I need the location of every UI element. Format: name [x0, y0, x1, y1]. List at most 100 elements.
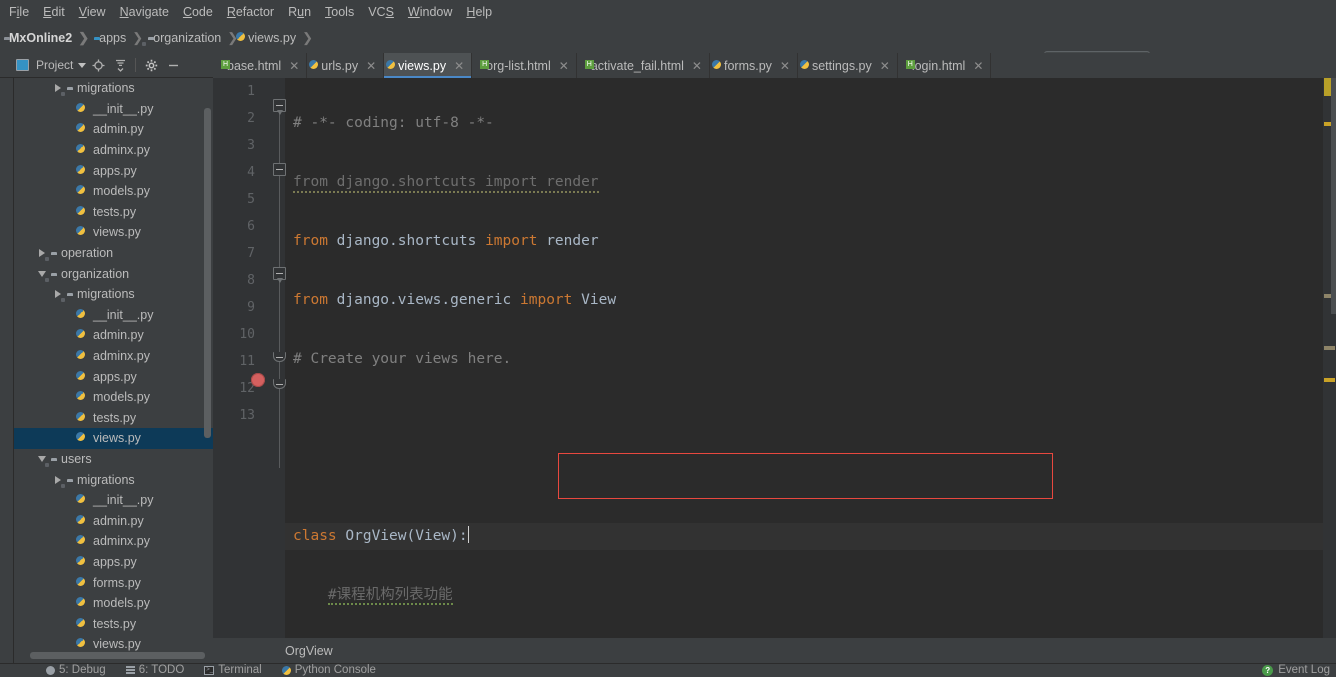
- tree-item--init-py[interactable]: __init__.py: [14, 99, 213, 120]
- menu-item-run[interactable]: Run: [281, 3, 318, 21]
- tree-vertical-scrollbar[interactable]: [204, 108, 211, 438]
- close-icon[interactable]: ✕: [973, 59, 983, 73]
- close-icon[interactable]: ✕: [559, 59, 569, 73]
- project-panel-title[interactable]: Project: [36, 58, 73, 72]
- status-item-todo[interactable]: 6: TODO: [118, 664, 197, 676]
- status-item-python-console[interactable]: Python Console: [274, 664, 388, 676]
- code-editor[interactable]: 1 2 3 4 5 6 7 8 9 10 11 12 13 # -*- coding: utf-8 -*…: [213, 78, 1323, 638]
- event-log-icon: ?: [1262, 664, 1274, 676]
- tree-item-tests-py[interactable]: tests.py: [14, 613, 213, 634]
- editor-tab-forms-py[interactable]: forms.py ✕: [710, 53, 798, 78]
- tree-item--init-py[interactable]: __init__.py: [14, 490, 213, 511]
- editor-tab-base-html[interactable]: base.html ✕: [213, 53, 308, 78]
- menu-item-refactor[interactable]: Refactor: [220, 3, 281, 21]
- close-icon[interactable]: ✕: [289, 59, 299, 73]
- tree-item-admin-py[interactable]: admin.py: [14, 325, 213, 346]
- close-icon[interactable]: ✕: [366, 59, 376, 73]
- editor-gutter[interactable]: 1 2 3 4 5 6 7 8 9 10 11 12 13: [213, 78, 286, 638]
- tree-item-views-py[interactable]: views.py: [14, 428, 213, 449]
- tree-item-migrations[interactable]: migrations: [14, 469, 213, 490]
- todo-list-icon: [125, 665, 135, 675]
- editor-tab-views-py[interactable]: views.py ✕: [384, 53, 473, 78]
- editor-tab-label: settings.py: [811, 58, 872, 73]
- breadcrumb-item-views-py[interactable]: views.py ❯: [243, 30, 318, 46]
- locate-icon[interactable]: [88, 55, 108, 75]
- tree-item-adminx-py[interactable]: adminx.py: [14, 140, 213, 161]
- project-tree[interactable]: migrations __init__.py admin.py adminx.py ap…: [14, 78, 213, 661]
- editor-tab-login-html[interactable]: login.html ✕: [898, 53, 992, 78]
- menu-item-window[interactable]: Window: [401, 3, 459, 21]
- tree-item-migrations[interactable]: migrations: [14, 284, 213, 305]
- editor-marker-bar[interactable]: [1323, 78, 1336, 638]
- hide-panel-icon[interactable]: [163, 55, 183, 75]
- chevron-down-icon[interactable]: [78, 62, 87, 68]
- menu-item-vcs[interactable]: VCS: [361, 3, 401, 21]
- breadcrumb-label: views.py: [248, 31, 297, 45]
- line-number: 6: [247, 219, 255, 234]
- status-item-debug[interactable]: 5: Debug: [38, 664, 118, 676]
- editor-tab-settings-py[interactable]: settings.py ✕: [798, 53, 898, 78]
- tree-item-apps-py[interactable]: apps.py: [14, 552, 213, 573]
- project-view-icon: [16, 59, 29, 71]
- menu-item-view[interactable]: View: [72, 3, 113, 21]
- close-icon[interactable]: ✕: [454, 59, 464, 73]
- editor-tab-org-list-html[interactable]: org-list.html ✕: [472, 53, 577, 78]
- tree-item-adminx-py[interactable]: adminx.py: [14, 531, 213, 552]
- menu-item-edit[interactable]: Edit: [36, 3, 72, 21]
- tree-item-operation[interactable]: operation: [14, 243, 213, 264]
- line-number: 2: [247, 111, 255, 126]
- tree-item-admin-py[interactable]: admin.py: [14, 510, 213, 531]
- collapse-all-icon[interactable]: [110, 55, 130, 75]
- tree-item-label: admin.py: [93, 122, 144, 137]
- menu-item-tools[interactable]: Tools: [318, 3, 361, 21]
- editor-tab-activate-fail-html[interactable]: activate_fail.html ✕: [577, 53, 710, 78]
- menu-item-help[interactable]: Help: [459, 3, 499, 21]
- status-item-terminal[interactable]: >_ Terminal: [196, 664, 273, 676]
- tree-item-models-py[interactable]: models.py: [14, 593, 213, 614]
- tree-item-apps-py[interactable]: apps.py: [14, 160, 213, 181]
- editor-structure-breadcrumb: OrgView: [213, 638, 1336, 663]
- tree-item-tests-py[interactable]: tests.py: [14, 408, 213, 429]
- debug-bug-icon: [46, 665, 55, 675]
- tree-horizontal-scrollbar[interactable]: [30, 652, 205, 659]
- tree-item-models-py[interactable]: models.py: [14, 181, 213, 202]
- tree-item--init-py[interactable]: __init__.py: [14, 305, 213, 326]
- tree-item-apps-py[interactable]: apps.py: [14, 366, 213, 387]
- breadcrumb-label: organization: [153, 31, 222, 45]
- tree-item-migrations[interactable]: migrations: [14, 78, 213, 99]
- tree-item-label: views.py: [93, 225, 141, 240]
- status-item-label[interactable]: Event Log: [1278, 664, 1330, 676]
- menu-item-file[interactable]: File: [2, 3, 36, 21]
- close-icon[interactable]: ✕: [780, 59, 790, 73]
- tree-item-tests-py[interactable]: tests.py: [14, 202, 213, 223]
- breadcrumb-item-project[interactable]: MxOnline2 ❯: [4, 30, 94, 46]
- editor-tab-urls-py[interactable]: urls.py ✕: [307, 53, 385, 78]
- tree-item-models-py[interactable]: models.py: [14, 387, 213, 408]
- breadcrumb-separator-icon: ❯: [78, 30, 90, 45]
- tree-item-label: migrations: [77, 81, 135, 96]
- close-icon[interactable]: ✕: [692, 59, 702, 73]
- breadcrumb-item-apps[interactable]: apps ❯: [94, 30, 148, 46]
- tree-item-label: apps.py: [93, 369, 137, 384]
- tree-item-label: tests.py: [93, 204, 137, 219]
- code-content[interactable]: # -*- coding: utf-8 -*- from django.shor…: [285, 78, 1323, 638]
- breadcrumb-class-label[interactable]: OrgView: [285, 644, 333, 658]
- menu-item-navigate[interactable]: Navigate: [113, 3, 176, 21]
- tree-item-views-py[interactable]: views.py: [14, 222, 213, 243]
- tree-item-organization[interactable]: organization: [14, 263, 213, 284]
- tree-item-adminx-py[interactable]: adminx.py: [14, 346, 213, 367]
- close-icon[interactable]: ✕: [880, 59, 890, 73]
- warning-marker[interactable]: [1324, 346, 1335, 350]
- menu-item-code[interactable]: Code: [176, 3, 220, 21]
- code-line: # -*- coding: utf-8 -*-: [293, 115, 494, 131]
- breakpoint-marker[interactable]: [251, 373, 265, 387]
- editor-vertical-scrollbar[interactable]: [1331, 78, 1336, 314]
- breadcrumb-item-organization[interactable]: organization ❯: [148, 30, 243, 46]
- settings-gear-icon[interactable]: [141, 55, 161, 75]
- tree-item-label: models.py: [93, 596, 150, 611]
- error-marker[interactable]: [1324, 378, 1335, 382]
- tree-item-forms-py[interactable]: forms.py: [14, 572, 213, 593]
- tree-item-admin-py[interactable]: admin.py: [14, 119, 213, 140]
- tree-item-users[interactable]: users: [14, 449, 213, 470]
